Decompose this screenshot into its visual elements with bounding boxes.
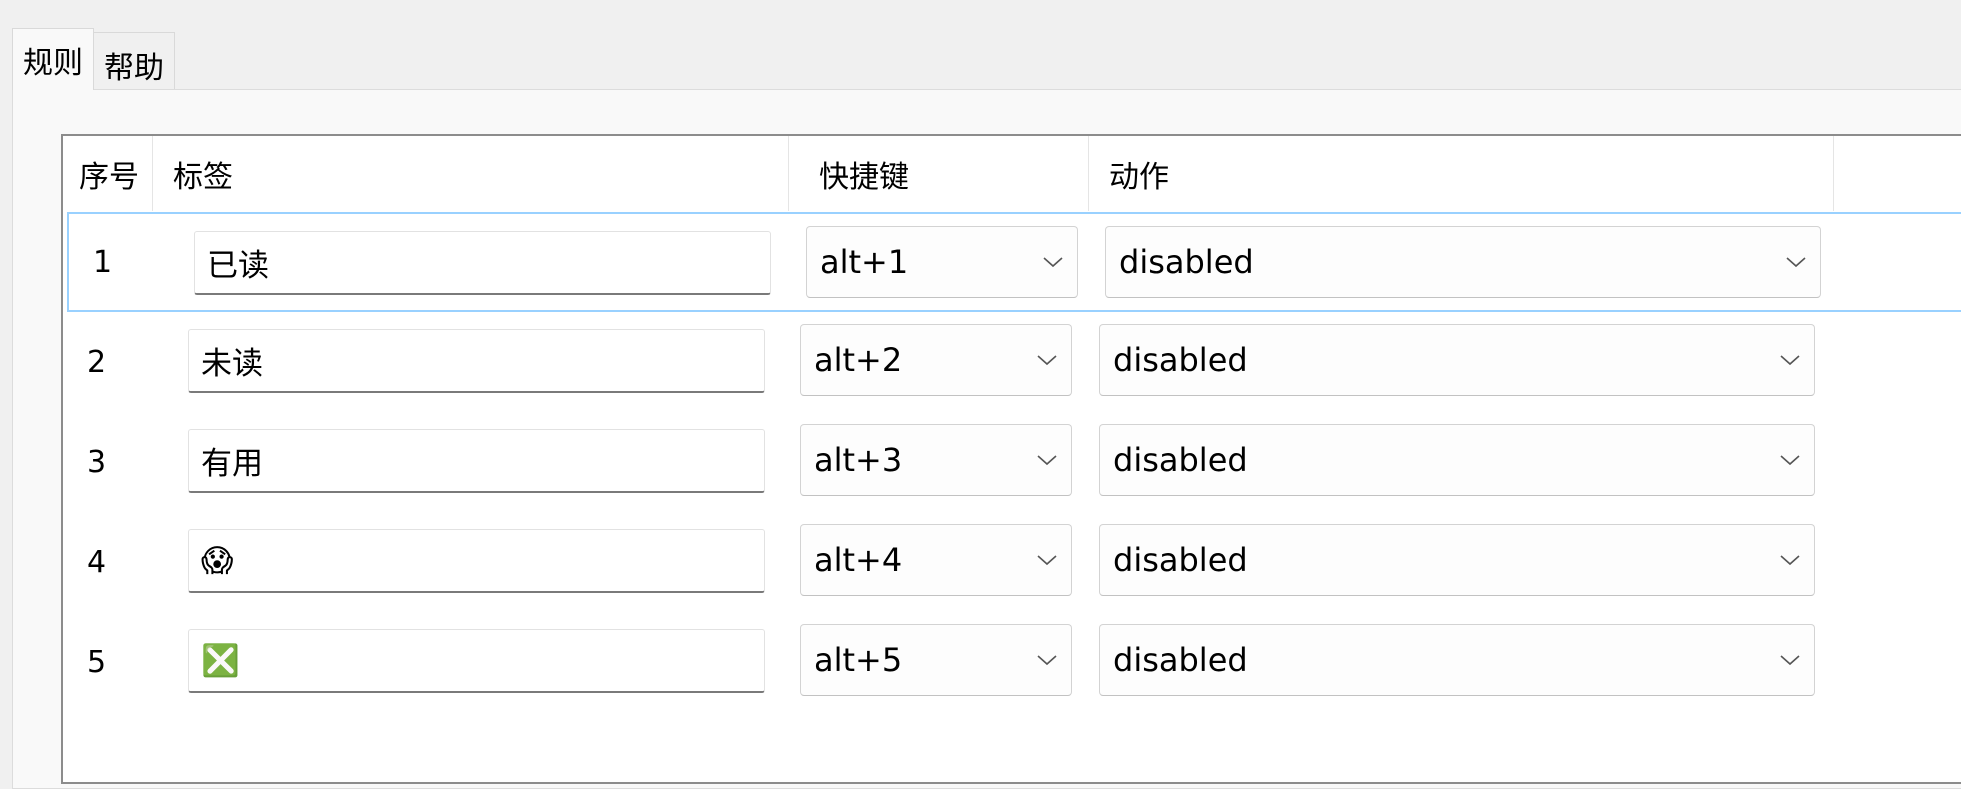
row-number: 1 <box>93 244 113 280</box>
action-select-value: disabled <box>1113 541 1248 579</box>
shortcut-select[interactable]: alt+5 <box>800 624 1072 696</box>
table-row[interactable]: 1 已读 alt+1 disabled <box>67 212 1961 312</box>
label-input[interactable]: 已读 <box>194 231 771 295</box>
tab-bar: 规则 帮助 <box>12 28 175 90</box>
action-select[interactable]: disabled <box>1099 424 1815 496</box>
rules-table: 序号 标签 快捷键 动作 1 已读 alt+1 disabled 2 未读 alt+2 dis… <box>61 134 1961 784</box>
table-header: 序号 标签 快捷键 动作 <box>63 136 1961 211</box>
row-number: 4 <box>87 544 107 580</box>
shortcut-select-value: alt+1 <box>820 243 909 281</box>
action-select[interactable]: disabled <box>1099 324 1815 396</box>
tab-rules[interactable]: 规则 <box>12 28 94 90</box>
tab-help[interactable]: 帮助 <box>93 32 175 90</box>
table-row[interactable]: 3 有用 alt+3 disabled <box>63 412 1961 512</box>
action-select-value: disabled <box>1113 641 1248 679</box>
shortcut-select-value: alt+4 <box>814 541 903 579</box>
shortcut-select[interactable]: alt+4 <box>800 524 1072 596</box>
shortcut-select-value: alt+2 <box>814 341 903 379</box>
chevron-down-icon[interactable] <box>1766 653 1814 667</box>
table-row[interactable]: 5 ❎ alt+5 disabled <box>63 612 1961 712</box>
label-input[interactable]: 未读 <box>188 329 765 393</box>
chevron-down-icon[interactable] <box>1023 453 1071 467</box>
column-header-action[interactable]: 动作 <box>1089 136 1834 211</box>
chevron-down-icon[interactable] <box>1766 453 1814 467</box>
action-select-value: disabled <box>1113 341 1248 379</box>
column-header-filler <box>1834 136 1961 211</box>
row-number: 3 <box>87 444 107 480</box>
table-row[interactable]: 4 😱 alt+4 disabled <box>63 512 1961 612</box>
chevron-down-icon[interactable] <box>1766 553 1814 567</box>
shortcut-select[interactable]: alt+2 <box>800 324 1072 396</box>
chevron-down-icon[interactable] <box>1772 255 1820 269</box>
chevron-down-icon[interactable] <box>1029 255 1077 269</box>
column-header-number[interactable]: 序号 <box>63 136 153 211</box>
shortcut-select[interactable]: alt+3 <box>800 424 1072 496</box>
table-row[interactable]: 2 未读 alt+2 disabled <box>63 312 1961 412</box>
chevron-down-icon[interactable] <box>1023 553 1071 567</box>
label-input[interactable]: 有用 <box>188 429 765 493</box>
shortcut-select[interactable]: alt+1 <box>806 226 1078 298</box>
action-select-value: disabled <box>1119 243 1254 281</box>
chevron-down-icon[interactable] <box>1023 653 1071 667</box>
action-select[interactable]: disabled <box>1099 624 1815 696</box>
row-number: 5 <box>87 644 107 680</box>
shortcut-select-value: alt+3 <box>814 441 903 479</box>
column-header-shortcut[interactable]: 快捷键 <box>789 136 1089 211</box>
action-select[interactable]: disabled <box>1099 524 1815 596</box>
row-number: 2 <box>87 344 107 380</box>
label-input[interactable]: 😱 <box>188 529 765 593</box>
label-input[interactable]: ❎ <box>188 629 765 693</box>
chevron-down-icon[interactable] <box>1023 353 1071 367</box>
shortcut-select-value: alt+5 <box>814 641 903 679</box>
action-select[interactable]: disabled <box>1105 226 1821 298</box>
chevron-down-icon[interactable] <box>1766 353 1814 367</box>
action-select-value: disabled <box>1113 441 1248 479</box>
column-header-label[interactable]: 标签 <box>153 136 789 211</box>
